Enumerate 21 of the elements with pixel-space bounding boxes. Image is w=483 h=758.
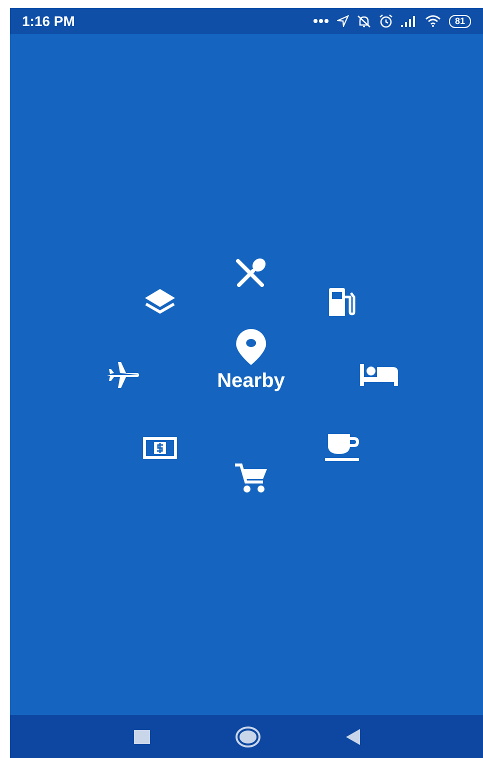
shopping-cart-icon[interactable] <box>234 462 268 494</box>
airplane-icon[interactable] <box>106 361 140 389</box>
layers-icon[interactable] <box>143 288 178 316</box>
fork-and-spoon-icon[interactable] <box>234 257 268 287</box>
back-icon[interactable] <box>346 728 360 744</box>
bed-icon[interactable] <box>359 363 399 387</box>
muted-bell-icon <box>356 14 371 28</box>
more-icon <box>312 18 329 24</box>
alarm-icon <box>378 14 393 28</box>
battery-level: 81 <box>448 14 471 28</box>
fuel-pump-icon[interactable] <box>326 287 356 318</box>
money-bill-icon[interactable] <box>143 436 178 459</box>
signal-icon <box>400 15 417 27</box>
recent-apps-icon[interactable] <box>134 730 150 744</box>
location-pin-icon[interactable] <box>235 328 267 366</box>
wifi-icon <box>424 15 441 27</box>
location-arrow-icon <box>336 15 349 27</box>
coffee-cup-icon[interactable] <box>324 432 360 463</box>
home-icon[interactable] <box>234 726 260 748</box>
clock-time: 1:16 PM <box>22 12 75 30</box>
nearby-label[interactable]: Nearby <box>217 370 285 392</box>
